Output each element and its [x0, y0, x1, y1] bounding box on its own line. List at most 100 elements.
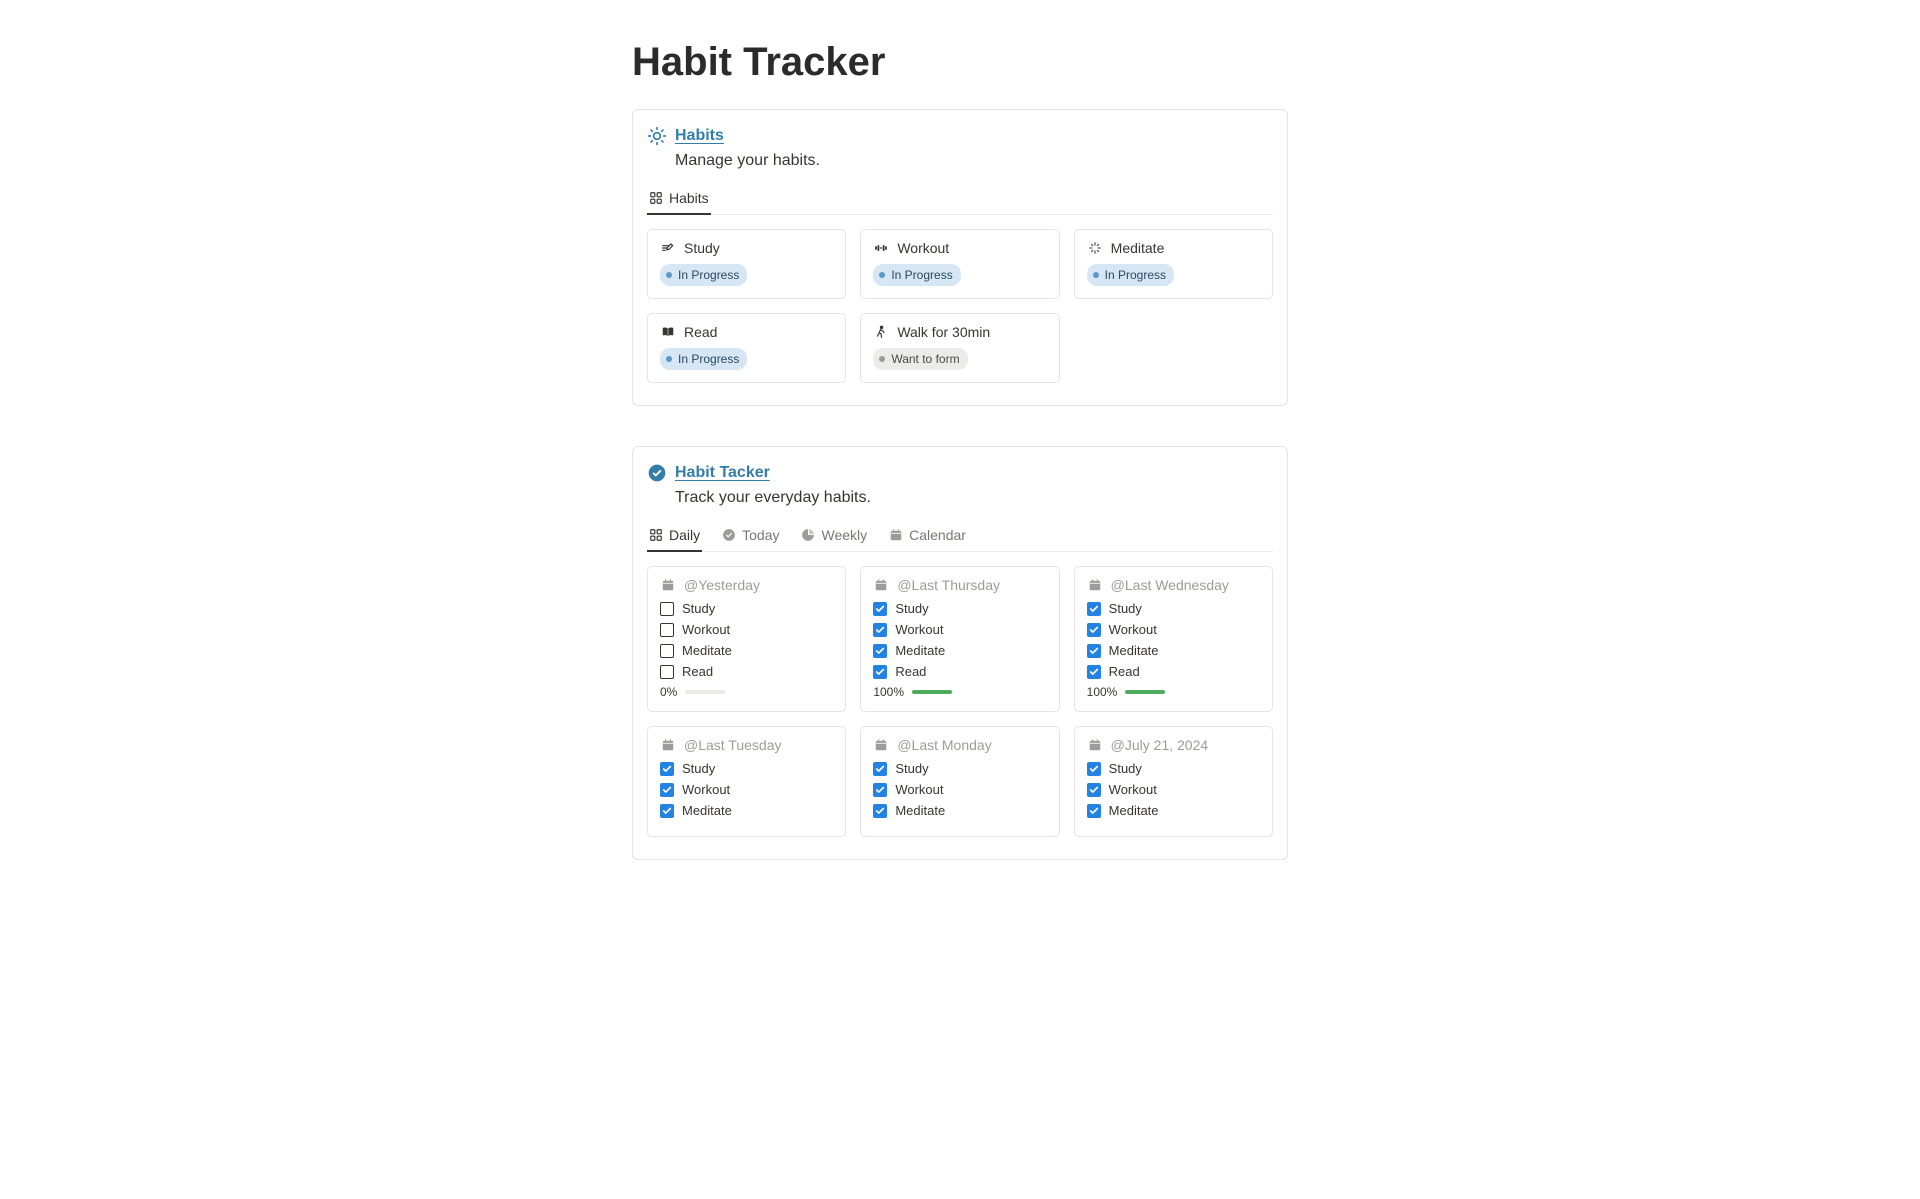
calendar-icon [660, 737, 676, 753]
check-item-label: Meditate [682, 803, 732, 818]
checkbox[interactable] [1087, 602, 1101, 616]
status-badge: In Progress [660, 264, 747, 286]
tab-label: Calendar [909, 527, 966, 543]
tracker-card[interactable]: @YesterdayStudyWorkoutMeditateRead0% [647, 566, 846, 712]
status-badge: In Progress [1087, 264, 1174, 286]
check-item-label: Workout [895, 782, 943, 797]
habit-card[interactable]: ReadIn Progress [647, 313, 846, 383]
check-item-label: Read [682, 664, 713, 679]
check-item-label: Meditate [1109, 643, 1159, 658]
status-label: Want to form [891, 350, 959, 368]
check-item-label: Meditate [682, 643, 732, 658]
check-item-label: Study [1109, 761, 1142, 776]
check-item-label: Study [895, 601, 928, 616]
tracker-title-link[interactable]: Habit Tacker [675, 464, 770, 482]
checkbox[interactable] [873, 644, 887, 658]
tracker-card-date: @Last Thursday [897, 577, 1000, 593]
calendar-icon [873, 577, 889, 593]
checkbox[interactable] [873, 804, 887, 818]
check-item-label: Study [1109, 601, 1142, 616]
checkbox[interactable] [660, 665, 674, 679]
check-item: Study [660, 601, 833, 616]
checkbox[interactable] [660, 644, 674, 658]
check-item: Workout [660, 622, 833, 637]
habit-card-title: Walk for 30min [897, 324, 990, 340]
checkbox[interactable] [660, 762, 674, 776]
checkbox[interactable] [1087, 762, 1101, 776]
check-item-label: Meditate [1109, 803, 1159, 818]
check-item: Read [660, 664, 833, 679]
status-label: In Progress [678, 266, 739, 284]
check-item-label: Meditate [895, 803, 945, 818]
status-label: In Progress [891, 266, 952, 284]
pie-icon [801, 528, 815, 542]
tracker-card[interactable]: @Last TuesdayStudyWorkoutMeditate [647, 726, 846, 837]
habit-card-title: Study [684, 240, 720, 256]
tracker-card[interactable]: @Last ThursdayStudyWorkoutMeditateRead10… [860, 566, 1059, 712]
check-item-label: Read [1109, 664, 1140, 679]
tab-calendar[interactable]: Calendar [887, 521, 968, 551]
tab-label: Daily [669, 527, 700, 543]
check-item: Workout [1087, 782, 1260, 797]
check-item-label: Study [682, 601, 715, 616]
gallery-icon [649, 528, 663, 542]
check-item: Read [1087, 664, 1260, 679]
check-item-label: Workout [1109, 782, 1157, 797]
calendar-icon [889, 528, 903, 542]
checkbox[interactable] [1087, 623, 1101, 637]
check-item: Workout [660, 782, 833, 797]
habits-panel: Habits Manage your habits. Habits StudyI… [632, 109, 1288, 406]
check-item: Meditate [660, 803, 833, 818]
check-item: Study [1087, 761, 1260, 776]
checkbox[interactable] [1087, 804, 1101, 818]
check-item-label: Study [682, 761, 715, 776]
tracker-panel: Habit Tacker Track your everyday habits.… [632, 446, 1288, 860]
checkbox[interactable] [1087, 644, 1101, 658]
habit-card[interactable]: WorkoutIn Progress [860, 229, 1059, 299]
calendar-icon [660, 577, 676, 593]
checkbox[interactable] [660, 602, 674, 616]
checkbox[interactable] [873, 623, 887, 637]
tab-label: Today [742, 527, 779, 543]
checkbox[interactable] [1087, 665, 1101, 679]
habit-card[interactable]: MeditateIn Progress [1074, 229, 1273, 299]
tracker-card-date: @Last Wednesday [1111, 577, 1229, 593]
status-badge: In Progress [873, 264, 960, 286]
progress-row: 100% [873, 685, 1046, 699]
tracker-card[interactable]: @Last Wednesday Study Workout Meditate Read 1… [1074, 566, 1273, 712]
check-item: Meditate [1087, 803, 1260, 818]
habits-title-link[interactable]: Habits [675, 127, 724, 145]
tracker-description: Track your everyday habits. [675, 489, 1273, 507]
status-badge: In Progress [660, 348, 747, 370]
habits-view-tab[interactable]: Habits [647, 184, 711, 214]
gallery-icon [649, 191, 663, 205]
checkbox[interactable] [873, 783, 887, 797]
tracker-card[interactable]: @Last MondayStudyWorkoutMeditate [860, 726, 1059, 837]
sun-icon [647, 126, 667, 146]
habit-card[interactable]: Study In Progress [647, 229, 846, 299]
checkbox[interactable] [873, 762, 887, 776]
check-item-label: Workout [682, 782, 730, 797]
book-icon [660, 324, 676, 340]
checkbox[interactable] [873, 602, 887, 616]
tab-today[interactable]: Today [720, 521, 781, 551]
tab-daily[interactable]: Daily [647, 521, 702, 551]
tracker-card-date: @Last Monday [897, 737, 991, 753]
habit-card[interactable]: Walk for 30min Want to form [860, 313, 1059, 383]
progress-label: 0% [660, 685, 677, 699]
progress-row: 100% [1087, 685, 1260, 699]
progress-label: 100% [1087, 685, 1118, 699]
tab-weekly[interactable]: Weekly [799, 521, 869, 551]
check-item-label: Read [895, 664, 926, 679]
checkbox[interactable] [660, 623, 674, 637]
checkbox[interactable] [1087, 783, 1101, 797]
walk-icon [873, 324, 889, 340]
status-label: In Progress [678, 350, 739, 368]
check-item-label: Workout [1109, 622, 1157, 637]
checkbox[interactable] [660, 783, 674, 797]
checkbox[interactable] [873, 665, 887, 679]
sparkles-icon [1087, 240, 1103, 256]
status-badge: Want to form [873, 348, 967, 370]
tracker-card[interactable]: @July 21, 2024StudyWorkoutMeditate [1074, 726, 1273, 837]
checkbox[interactable] [660, 804, 674, 818]
